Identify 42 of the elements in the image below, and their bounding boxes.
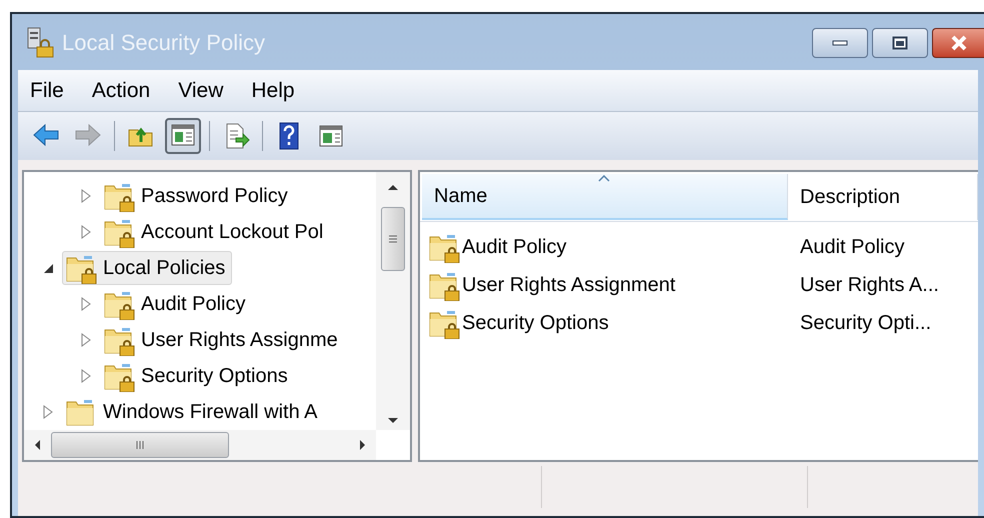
menu-item[interactable]: File xyxy=(30,74,64,106)
close-icon xyxy=(950,35,968,51)
minimize-button[interactable] xyxy=(812,28,868,58)
expanded-arrow-icon[interactable] xyxy=(42,262,54,274)
vertical-scrollbar[interactable] xyxy=(376,172,410,430)
minimize-icon xyxy=(832,40,848,46)
tree-item[interactable]: Password Policy xyxy=(100,179,295,213)
window-title: Local Security Policy xyxy=(62,28,265,57)
scrollbar-thumb[interactable] xyxy=(381,207,405,271)
security-policy-icon xyxy=(26,26,54,58)
tree-item[interactable]: User Rights Assignme xyxy=(100,323,345,357)
horizontal-scrollbar[interactable] xyxy=(24,430,376,460)
tree-item[interactable]: Local Policies xyxy=(62,251,232,285)
collapsed-arrow-icon[interactable] xyxy=(80,189,92,203)
list-item-description: Security Opti... xyxy=(799,311,932,336)
maximize-button[interactable] xyxy=(872,28,928,58)
scroll-down-icon[interactable] xyxy=(387,417,399,424)
tree-item[interactable]: Audit Policy xyxy=(100,287,252,321)
collapsed-arrow-icon[interactable] xyxy=(42,405,54,419)
scroll-right-icon[interactable] xyxy=(359,439,366,451)
close-button[interactable] xyxy=(932,28,984,58)
collapsed-arrow-icon[interactable] xyxy=(80,225,92,239)
scrollbar-thumb[interactable] xyxy=(51,432,229,458)
list-item-name[interactable]: Audit Policy xyxy=(462,232,566,262)
collapsed-arrow-icon[interactable] xyxy=(80,333,92,347)
menu-item[interactable]: Help xyxy=(251,74,295,106)
scroll-up-icon[interactable] xyxy=(387,184,399,191)
list-item-description: User Rights A... xyxy=(799,273,939,298)
column-header[interactable]: Name xyxy=(422,174,788,220)
scroll-left-icon[interactable] xyxy=(34,439,41,451)
collapsed-arrow-icon[interactable] xyxy=(80,297,92,311)
menu-item[interactable]: View xyxy=(178,74,224,106)
tree-item[interactable]: Windows Firewall with A xyxy=(62,395,325,429)
maximize-icon xyxy=(892,36,908,50)
list-item-name[interactable]: User Rights Assignment xyxy=(462,270,676,300)
toolbar-button[interactable] xyxy=(165,118,201,154)
list-item-name[interactable]: Security Options xyxy=(462,308,609,338)
menu-item[interactable]: Action xyxy=(92,74,150,106)
list-item-description: Audit Policy xyxy=(799,235,904,260)
tree-item[interactable]: Account Lockout Pol xyxy=(100,215,330,249)
collapsed-arrow-icon[interactable] xyxy=(80,369,92,383)
tree-item[interactable]: Security Options xyxy=(100,359,295,393)
